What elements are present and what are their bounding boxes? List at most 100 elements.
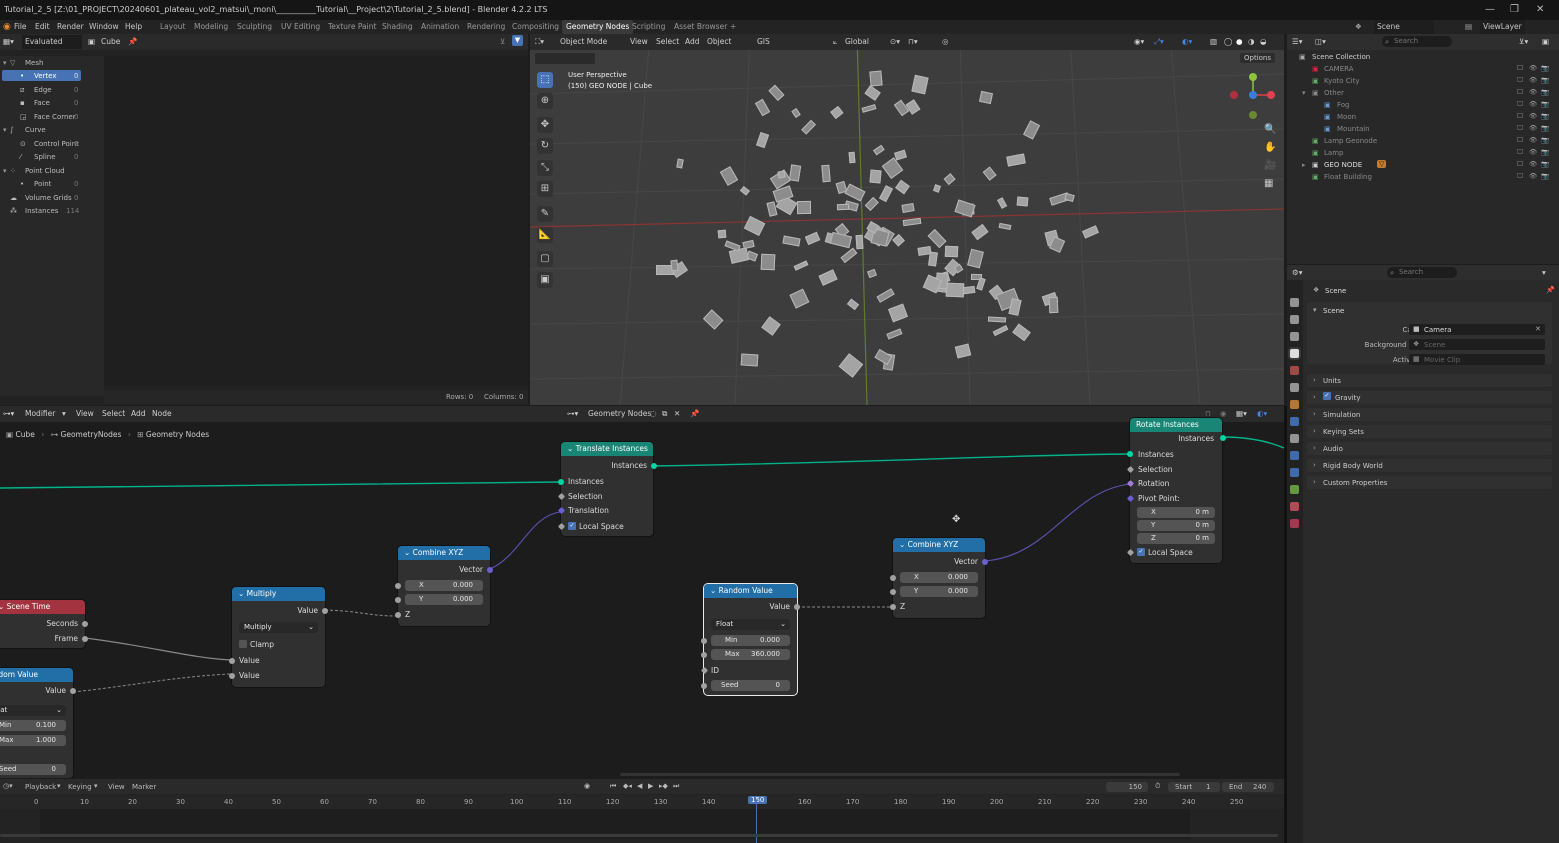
material-shading-icon[interactable]: ◑ <box>1248 35 1255 49</box>
navigation-gizmo[interactable] <box>1226 70 1276 120</box>
scene-time-collapse-icon[interactable]: ⌄ <box>0 602 7 611</box>
proportional-edit-icon[interactable]: ◎ <box>942 35 949 49</box>
exclude-checkbox[interactable]: ☐ <box>1517 76 1523 84</box>
multiply-in1-socket[interactable] <box>229 658 235 664</box>
gis-menu[interactable]: GIS <box>757 35 770 49</box>
menu-render[interactable]: Render <box>57 20 84 34</box>
add-workspace-button[interactable]: + <box>730 20 736 34</box>
combine1-vector-socket[interactable] <box>487 567 493 573</box>
exclude-checkbox[interactable]: ☐ <box>1517 148 1523 156</box>
pin-icon[interactable]: 📌 <box>128 35 137 49</box>
outliner-item-float-building[interactable]: Float Building <box>1324 173 1372 181</box>
tree-item-volume-grids[interactable]: Volume Grids <box>25 194 72 202</box>
random1-type-dropdown[interactable]: Float ⌄ <box>711 619 790 630</box>
combine1-y-socket[interactable] <box>395 597 401 603</box>
tree-item-curve[interactable]: Curve <box>25 126 46 134</box>
combine2-z-socket[interactable] <box>890 604 896 610</box>
display-mode-icon[interactable]: ◫▾ <box>1315 35 1326 49</box>
exclude-checkbox[interactable]: ☐ <box>1517 136 1523 144</box>
rendered-shading-icon[interactable]: ◒ <box>1260 35 1267 49</box>
outliner-item-scene-collection[interactable]: Scene Collection <box>1312 53 1370 61</box>
translate-out-socket[interactable] <box>651 463 657 469</box>
clamp-checkbox[interactable] <box>239 640 247 648</box>
play-icon[interactable]: ▶ <box>648 782 653 790</box>
preview-range-icon[interactable]: ⏱ <box>1155 782 1160 791</box>
random1-max-socket[interactable] <box>701 652 707 658</box>
rotate-in-instances-socket[interactable] <box>1127 451 1133 457</box>
add-cube-tool-icon[interactable]: ▢ <box>537 251 553 267</box>
node-editor-scrollbar[interactable] <box>620 773 1180 776</box>
random2-header[interactable]: Random Value <box>0 668 73 682</box>
tree-item-point[interactable]: Point <box>34 180 51 188</box>
transform-tool-icon[interactable]: ⊞ <box>537 181 553 197</box>
scene-time-header[interactable]: ⌄ Scene Time <box>0 600 85 614</box>
menu-help[interactable]: Help <box>125 20 142 34</box>
gizmo-icon[interactable]: ⤢▾ <box>1154 35 1164 49</box>
maximize-icon[interactable]: ❐ <box>1510 0 1519 20</box>
seconds-socket[interactable] <box>82 621 88 627</box>
outliner-item-moon[interactable]: Moon <box>1337 113 1356 121</box>
play-reverse-icon[interactable]: ◀ <box>637 782 642 790</box>
viewport-menu-add[interactable]: Add <box>685 35 700 49</box>
rotate-instances-header[interactable]: Rotate Instances <box>1130 418 1222 432</box>
tab-scripting[interactable]: Scripting <box>632 20 665 34</box>
area-divider[interactable] <box>1284 406 1287 843</box>
solid-shading-icon[interactable]: ● <box>1236 35 1243 49</box>
combine1-collapse-icon[interactable]: ⌄ <box>404 548 413 557</box>
point-cloud-expand-icon[interactable]: ▾ <box>3 167 7 175</box>
hide-eye-icon[interactable]: 👁 <box>1529 160 1537 168</box>
render-camera-icon[interactable]: 📷 <box>1541 76 1549 84</box>
random1-max-field[interactable]: Max 360.000 <box>711 649 790 660</box>
outliner-search-input[interactable]: Search <box>1382 36 1452 47</box>
pivot-y-field[interactable]: Y 0 m <box>1137 520 1215 531</box>
random1-collapse-icon[interactable]: ⌄ <box>710 586 719 595</box>
menu-edit[interactable]: Edit <box>35 20 50 34</box>
keying-menu[interactable]: Keying <box>68 783 92 791</box>
exclude-checkbox[interactable]: ☐ <box>1517 88 1523 96</box>
object-tab-icon[interactable] <box>1290 400 1299 409</box>
translate-collapse-icon[interactable]: ⌄ <box>567 444 576 453</box>
measure-tool-icon[interactable]: 📐 <box>537 227 553 243</box>
outliner-item-mountain[interactable]: Mountain <box>1337 125 1370 133</box>
scene-tab-icon[interactable] <box>1290 349 1299 358</box>
playback-menu[interactable]: Playback <box>25 783 56 791</box>
properties-editor-icon[interactable]: ⚙▾ <box>1292 266 1303 280</box>
world-tab-icon[interactable] <box>1290 366 1299 375</box>
annotate-tool-icon[interactable]: ✎ <box>537 206 553 222</box>
random-value-node-1[interactable]: ⌄ Random Value Value Float ⌄ Min 0.000 Max… <box>700 584 800 695</box>
render-camera-icon[interactable]: 📷 <box>1541 124 1549 132</box>
render-camera-icon[interactable]: 📷 <box>1541 100 1549 108</box>
random2-type-dropdown[interactable]: Float ⌄ <box>0 705 66 716</box>
exclude-checkbox[interactable]: ☐ <box>1517 112 1523 120</box>
pivot-z-field[interactable]: Z 0 m <box>1137 533 1215 544</box>
playhead-frame-badge[interactable]: 150 <box>748 796 768 804</box>
material-tab-icon[interactable] <box>1290 502 1299 511</box>
scene-selector[interactable]: Scene <box>1374 20 1434 34</box>
frame-socket[interactable] <box>82 636 88 642</box>
snap-icon[interactable]: ⊓▾ <box>908 35 918 49</box>
viewport-3d[interactable]: ⛶▾ Object Mode View Select Add Object GI… <box>530 34 1284 405</box>
combine-xyz-node-1[interactable]: ⌄ Combine XYZ Vector X 0.000 Y 0.000 Z <box>395 546 493 626</box>
camera-view-icon[interactable]: 🎥 <box>1264 160 1276 171</box>
tab-asset-browser[interactable]: Asset Browser <box>674 20 727 34</box>
tab-modeling[interactable]: Modeling <box>194 20 228 34</box>
multiply-operation-dropdown[interactable]: Multiply ⌄ <box>239 622 318 633</box>
select-box-tool-icon[interactable]: ⬚ <box>537 72 553 88</box>
cursor-tool-icon[interactable]: ⊕ <box>537 93 553 109</box>
filter-icon[interactable]: ⊻ <box>500 35 506 49</box>
viewport-menu-view[interactable]: View <box>630 35 648 49</box>
render-camera-icon[interactable]: 📷 <box>1541 136 1549 144</box>
combine1-x-socket[interactable] <box>395 583 401 589</box>
gravity-checkbox[interactable]: ✓ <box>1323 392 1331 400</box>
random1-seed-socket[interactable] <box>701 683 707 689</box>
collection-tab-icon[interactable] <box>1290 383 1299 392</box>
random-value-node-2[interactable]: Random Value Value Float ⌄ Min 0.100 Max 1.… <box>0 668 76 778</box>
audio-panel[interactable] <box>1307 442 1552 455</box>
pan-hand-icon[interactable]: ✋ <box>1264 142 1276 153</box>
multiply-collapse-icon[interactable]: ⌄ <box>238 589 247 598</box>
combine2-x-socket[interactable] <box>890 575 896 581</box>
properties-pin-icon[interactable]: 📌 <box>1546 286 1555 294</box>
rotate-local-space-checkbox[interactable]: ✓ <box>1137 548 1145 556</box>
random1-value-socket[interactable] <box>794 604 800 610</box>
outliner-item-kyoto-city[interactable]: Kyoto City <box>1324 77 1359 85</box>
